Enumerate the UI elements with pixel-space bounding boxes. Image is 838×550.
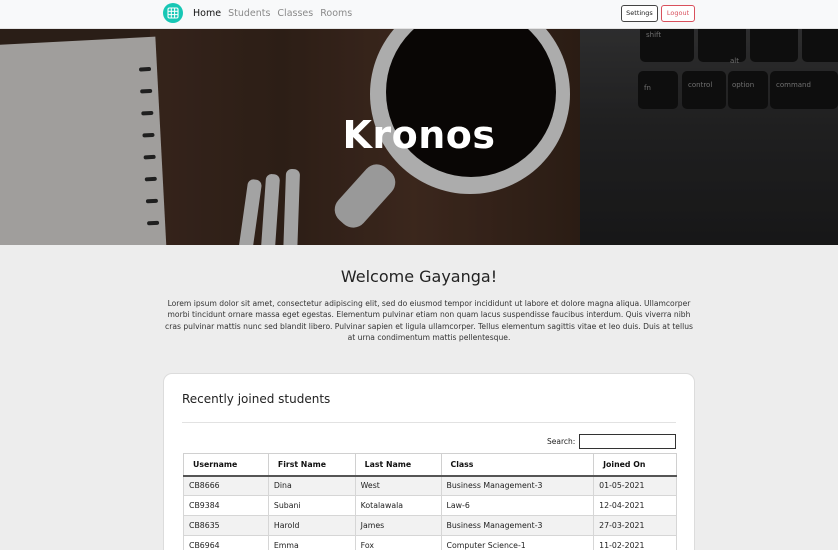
cell-class: Business Management-3 bbox=[440, 475, 595, 496]
nav-link-rooms[interactable]: Rooms bbox=[320, 8, 352, 19]
welcome-heading: Welcome Gayanga! bbox=[340, 267, 498, 286]
nav-link-home[interactable]: Home bbox=[193, 8, 221, 19]
cell-first-name: Subani bbox=[267, 495, 356, 516]
nav-link-classes[interactable]: Classes bbox=[277, 8, 313, 19]
card-title: Recently joined students bbox=[182, 392, 331, 406]
column-header-last-name[interactable]: Last Name bbox=[354, 453, 442, 477]
search-label: Search: bbox=[547, 437, 576, 446]
cell-username: CB6964 bbox=[183, 535, 269, 550]
settings-button[interactable]: Settings bbox=[621, 5, 658, 22]
cell-class: Computer Science-1 bbox=[440, 535, 595, 550]
students-table: Username First Name Last Name Class Join… bbox=[183, 453, 677, 550]
cell-last-name: West bbox=[354, 475, 442, 496]
hero-title: Kronos bbox=[342, 113, 496, 157]
cell-class: Business Management-3 bbox=[440, 515, 595, 536]
card-divider bbox=[182, 422, 676, 423]
column-header-first-name[interactable]: First Name bbox=[267, 453, 356, 477]
column-header-username[interactable]: Username bbox=[183, 453, 269, 477]
cell-last-name: Kotalawala bbox=[354, 495, 442, 516]
table-row: CB9384 Subani Kotalawala Law-6 12-04-202… bbox=[183, 495, 677, 516]
cell-joined-on: 27-03-2021 bbox=[593, 515, 677, 536]
cell-last-name: Fox bbox=[354, 535, 442, 550]
table-row: CB8635 Harold James Business Management-… bbox=[183, 515, 677, 536]
column-header-class[interactable]: Class bbox=[440, 453, 595, 477]
cell-first-name: Harold bbox=[267, 515, 356, 536]
cell-first-name: Dina bbox=[267, 475, 356, 496]
table-row: CB8666 Dina West Business Management-3 0… bbox=[183, 475, 677, 496]
table-row: CB6964 Emma Fox Computer Science-1 11-02… bbox=[183, 535, 677, 550]
cell-last-name: James bbox=[354, 515, 442, 536]
nav-link-students[interactable]: Students bbox=[228, 8, 270, 19]
cell-first-name: Emma bbox=[267, 535, 356, 550]
logout-button[interactable]: Logout bbox=[661, 5, 695, 22]
nav-links: Home Students Classes Rooms bbox=[193, 8, 352, 19]
search-input[interactable] bbox=[579, 434, 676, 449]
recent-students-card: Recently joined students Search: Usernam… bbox=[163, 373, 695, 550]
table-header-row: Username First Name Last Name Class Join… bbox=[183, 453, 677, 477]
top-navbar: Home Students Classes Rooms Settings Log… bbox=[0, 0, 838, 29]
cell-joined-on: 12-04-2021 bbox=[593, 495, 677, 516]
cell-username: CB9384 bbox=[183, 495, 269, 516]
column-header-joined-on[interactable]: Joined On bbox=[593, 453, 677, 477]
cell-username: CB8635 bbox=[183, 515, 269, 536]
hero-banner: shift fn control alt option command Kron… bbox=[0, 29, 838, 245]
welcome-paragraph: Lorem ipsum dolor sit amet, consectetur … bbox=[165, 299, 693, 343]
cell-username: CB8666 bbox=[183, 475, 269, 496]
cell-joined-on: 11-02-2021 bbox=[593, 535, 677, 550]
cell-joined-on: 01-05-2021 bbox=[593, 475, 677, 496]
cell-class: Law-6 bbox=[440, 495, 595, 516]
calendar-grid-icon[interactable] bbox=[163, 3, 183, 23]
